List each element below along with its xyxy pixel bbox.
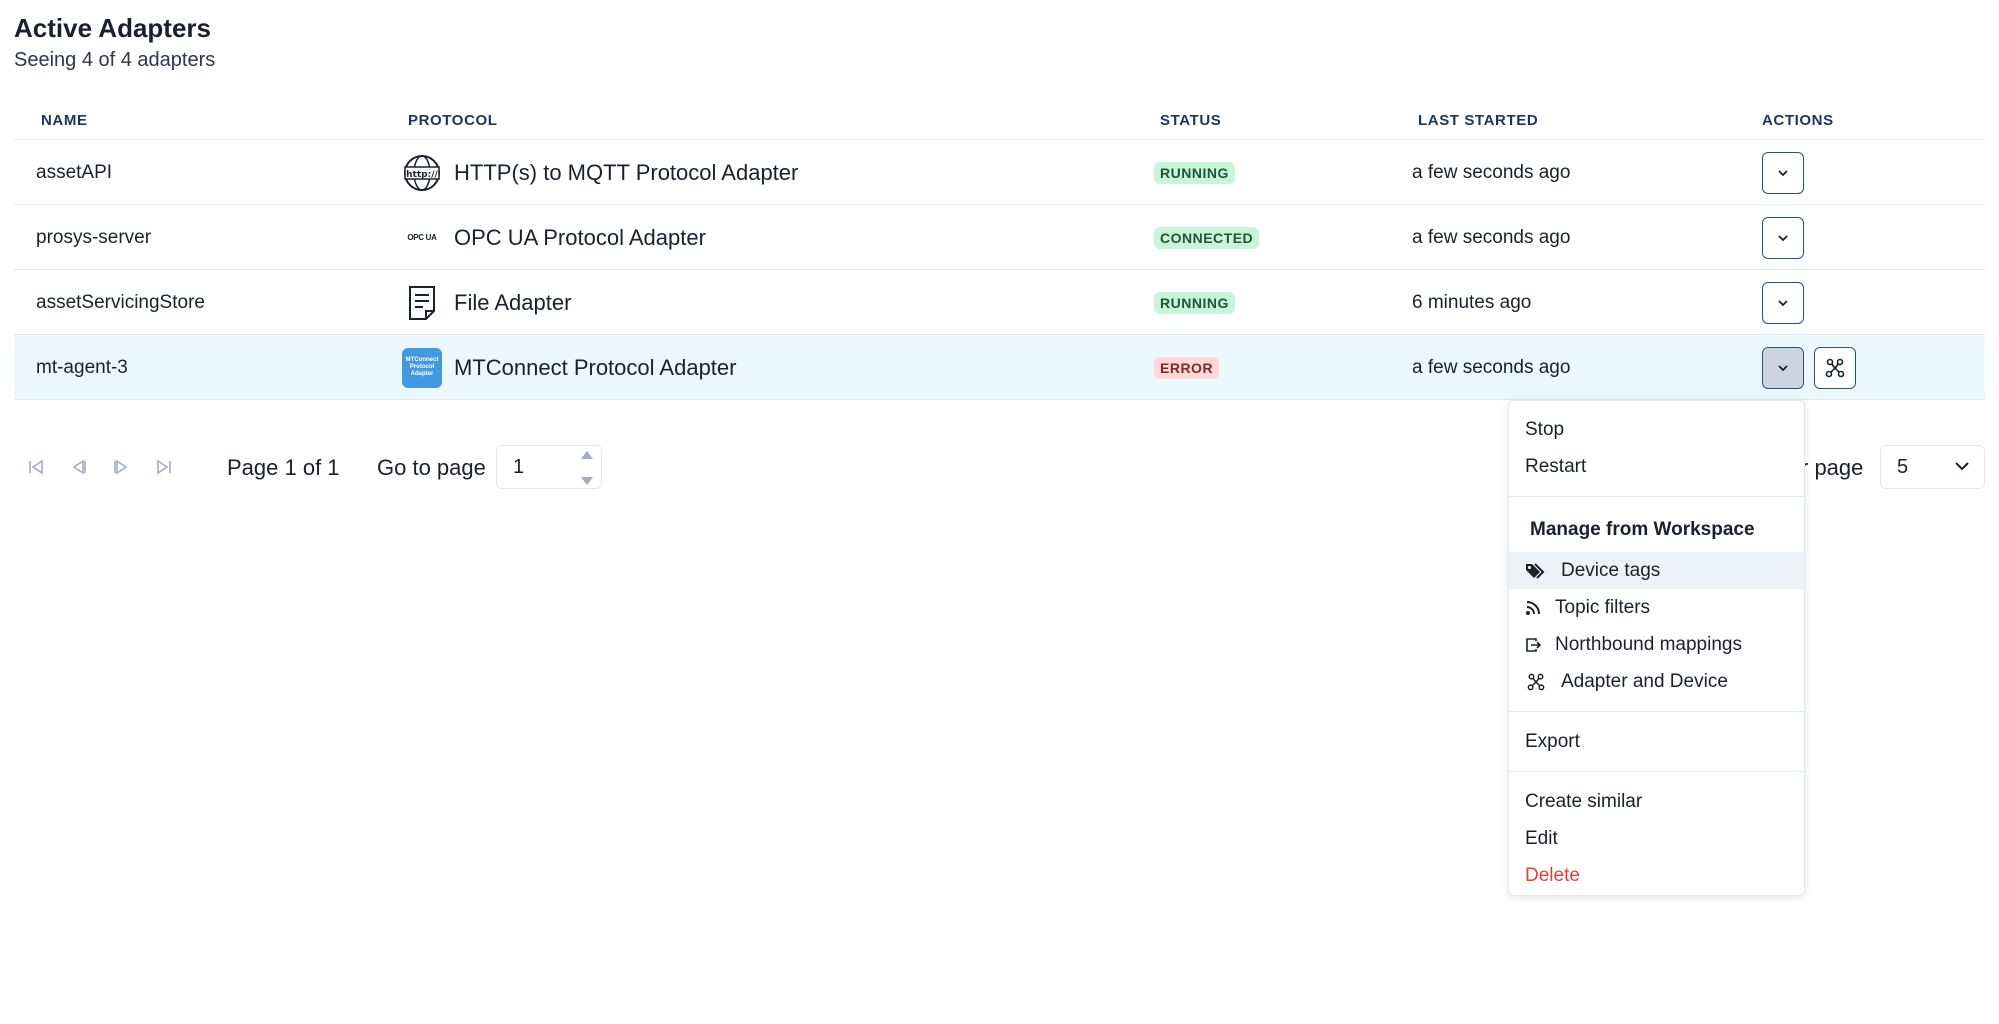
rows-per-page-label: r page xyxy=(1801,455,1864,480)
actions-menu-button[interactable] xyxy=(1762,281,1804,324)
chevron-down-icon xyxy=(1778,234,1788,241)
status-cell: CONNECTED xyxy=(1154,205,1260,270)
status-badge: ERROR xyxy=(1154,356,1220,379)
adapter-name: mt-agent-3 xyxy=(36,356,128,378)
adapter-name: assetServicingStore xyxy=(36,291,205,313)
adapter-protocol: http:// HTTP(s) to MQTT Protocol Adapter xyxy=(402,140,798,205)
last-page-button[interactable] xyxy=(150,453,178,481)
actions-cell xyxy=(1762,270,1804,335)
header: Active Adapters Seeing 4 of 4 adapters xyxy=(14,10,215,74)
adapter-protocol: OPC UA OPC UA Protocol Adapter xyxy=(402,205,706,270)
actions-cell xyxy=(1762,205,1804,270)
tags-icon xyxy=(1525,560,1547,582)
column-header-status[interactable]: STATUS xyxy=(1160,112,1221,129)
status-badge: RUNNING xyxy=(1154,161,1235,184)
menu-item-device-tags[interactable]: Device tags xyxy=(1509,552,1804,589)
actions-cell xyxy=(1762,335,1856,400)
last-page-icon xyxy=(157,459,171,475)
opc-ua-icon: OPC UA xyxy=(407,233,437,242)
menu-divider xyxy=(1509,496,1804,497)
table-row[interactable]: mt-agent-3 MTConnect Protocol Adapter MT… xyxy=(14,335,1985,400)
chevron-down-icon xyxy=(1778,299,1788,306)
adapter-protocol: File Adapter xyxy=(402,270,571,335)
menu-item-export[interactable]: Export xyxy=(1509,723,1804,760)
next-page-button[interactable] xyxy=(107,453,135,481)
http-icon: http:// xyxy=(402,153,442,193)
chevron-down-icon xyxy=(1778,169,1788,176)
column-header-name[interactable]: NAME xyxy=(41,112,88,129)
protocol-label: File Adapter xyxy=(454,289,572,315)
actions-cell xyxy=(1762,140,1804,205)
last-started: a few seconds ago xyxy=(1412,226,1571,248)
actions-menu-button[interactable] xyxy=(1762,346,1804,389)
menu-item-northbound-mappings[interactable]: Northbound mappings xyxy=(1509,626,1804,663)
menu-item-adapter-and-device[interactable]: Adapter and Device xyxy=(1509,663,1804,700)
status-badge: RUNNING xyxy=(1154,291,1235,314)
actions-dropdown-menu: Stop Restart Manage from Workspace Devic… xyxy=(1508,400,1805,896)
rows-per-page-select[interactable]: 5 xyxy=(1880,445,1985,489)
last-started: 6 minutes ago xyxy=(1412,291,1532,313)
status-cell: RUNNING xyxy=(1154,270,1235,335)
protocol-label: HTTP(s) to MQTT Protocol Adapter xyxy=(454,159,799,185)
go-to-page-label: Go to page xyxy=(377,455,486,480)
column-header-protocol[interactable]: PROTOCOL xyxy=(408,112,498,129)
table-header: NAME PROTOCOL STATUS LAST STARTED ACTION… xyxy=(14,100,1985,140)
adapter-name: assetAPI xyxy=(36,161,113,183)
page-title: Active Adapters xyxy=(14,13,211,43)
export-box-icon xyxy=(1525,634,1541,656)
menu-divider xyxy=(1509,771,1804,772)
previous-page-button[interactable] xyxy=(65,453,93,481)
last-started: a few seconds ago xyxy=(1412,356,1571,378)
nodes-icon xyxy=(1825,358,1845,377)
menu-item-stop[interactable]: Stop xyxy=(1509,411,1804,448)
adapter-device-button[interactable] xyxy=(1814,346,1856,389)
status-cell: RUNNING xyxy=(1154,140,1235,205)
next-page-icon xyxy=(114,459,128,475)
decrement-icon[interactable] xyxy=(580,476,594,486)
nodes-icon xyxy=(1525,671,1547,693)
chevron-down-icon xyxy=(1955,462,1969,471)
column-header-last-started[interactable]: LAST STARTED xyxy=(1418,112,1538,129)
menu-group-title: Manage from Workspace xyxy=(1530,519,1755,540)
chevron-down-icon xyxy=(1778,364,1788,371)
increment-icon[interactable] xyxy=(580,450,594,460)
table-row[interactable]: assetServicingStore File Adapter RUNNING… xyxy=(14,270,1985,335)
last-started: a few seconds ago xyxy=(1412,161,1571,183)
table-row[interactable]: assetAPI http:// HTTP(s) to MQTT Protoco… xyxy=(14,140,1985,205)
page-subtitle: Seeing 4 of 4 adapters xyxy=(14,49,216,71)
table-row[interactable]: prosys-server OPC UA OPC UA Protocol Ada… xyxy=(14,205,1985,270)
status-badge: CONNECTED xyxy=(1154,226,1260,249)
svg-text:http://: http:// xyxy=(406,170,438,180)
page-indicator: Page 1 of 1 xyxy=(227,455,340,480)
menu-divider xyxy=(1509,711,1804,712)
protocol-label: MTConnect Protocol Adapter xyxy=(454,354,737,380)
status-cell: ERROR xyxy=(1154,335,1220,400)
menu-item-create-similar[interactable]: Create similar xyxy=(1509,783,1804,820)
menu-item-topic-filters[interactable]: Topic filters xyxy=(1509,589,1804,626)
protocol-label: OPC UA Protocol Adapter xyxy=(454,224,706,250)
adapters-table: NAME PROTOCOL STATUS LAST STARTED ACTION… xyxy=(14,100,1985,400)
go-to-page-input[interactable]: 1 xyxy=(496,445,602,489)
actions-menu-button[interactable] xyxy=(1762,151,1804,194)
menu-item-delete[interactable]: Delete xyxy=(1509,857,1804,894)
first-page-button[interactable] xyxy=(22,453,50,481)
menu-item-restart[interactable]: Restart xyxy=(1509,448,1804,485)
rss-icon xyxy=(1525,597,1541,619)
page-stepper[interactable] xyxy=(577,450,597,486)
actions-menu-button[interactable] xyxy=(1762,216,1804,259)
adapter-protocol: MTConnect Protocol Adapter MTConnect Pro… xyxy=(402,335,736,400)
mtconnect-icon: MTConnect Protocol Adapter xyxy=(402,347,442,388)
file-icon xyxy=(402,283,442,323)
menu-item-edit[interactable]: Edit xyxy=(1509,820,1804,857)
previous-page-icon xyxy=(72,459,86,475)
adapter-name: prosys-server xyxy=(36,226,152,248)
first-page-icon xyxy=(29,459,43,475)
column-header-actions: ACTIONS xyxy=(1762,112,1834,129)
